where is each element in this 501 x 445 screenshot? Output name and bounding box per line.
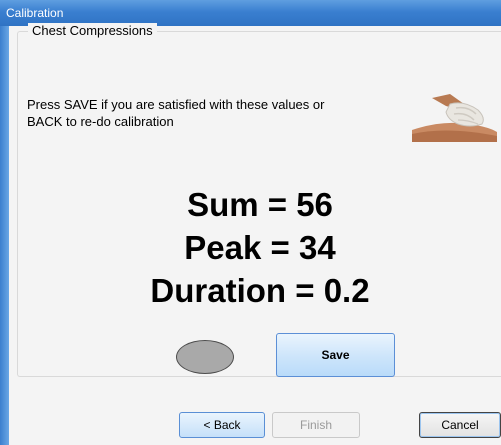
instruction-line-1: Press SAVE if you are satisfied with the… xyxy=(27,97,325,112)
back-button-label: < Back xyxy=(203,418,241,432)
status-oval-indicator xyxy=(176,340,234,374)
back-button[interactable]: < Back xyxy=(179,412,265,438)
cancel-button-label: Cancel xyxy=(441,418,479,432)
finish-button-label: Finish xyxy=(299,418,332,432)
finish-button[interactable]: Finish xyxy=(272,412,360,438)
duration-value: Duration = 0.2 xyxy=(150,272,370,309)
cancel-button[interactable]: Cancel xyxy=(419,412,501,438)
window-title: Calibration xyxy=(6,6,64,20)
group-title: Chest Compressions xyxy=(28,23,157,38)
calibration-window: Calibration Chest Compressions Press SAV… xyxy=(0,0,501,445)
sum-value: Sum = 56 xyxy=(187,186,333,223)
instruction-message: Press SAVE if you are satisfied with the… xyxy=(27,96,397,130)
window-frame-left xyxy=(0,26,9,445)
instruction-line-2: BACK to re-do calibration xyxy=(27,114,174,129)
save-button-label: Save xyxy=(321,348,350,362)
chest-compression-hands-icon xyxy=(412,90,497,142)
save-button[interactable]: Save xyxy=(276,333,395,377)
peak-value: Peak = 34 xyxy=(184,229,336,266)
